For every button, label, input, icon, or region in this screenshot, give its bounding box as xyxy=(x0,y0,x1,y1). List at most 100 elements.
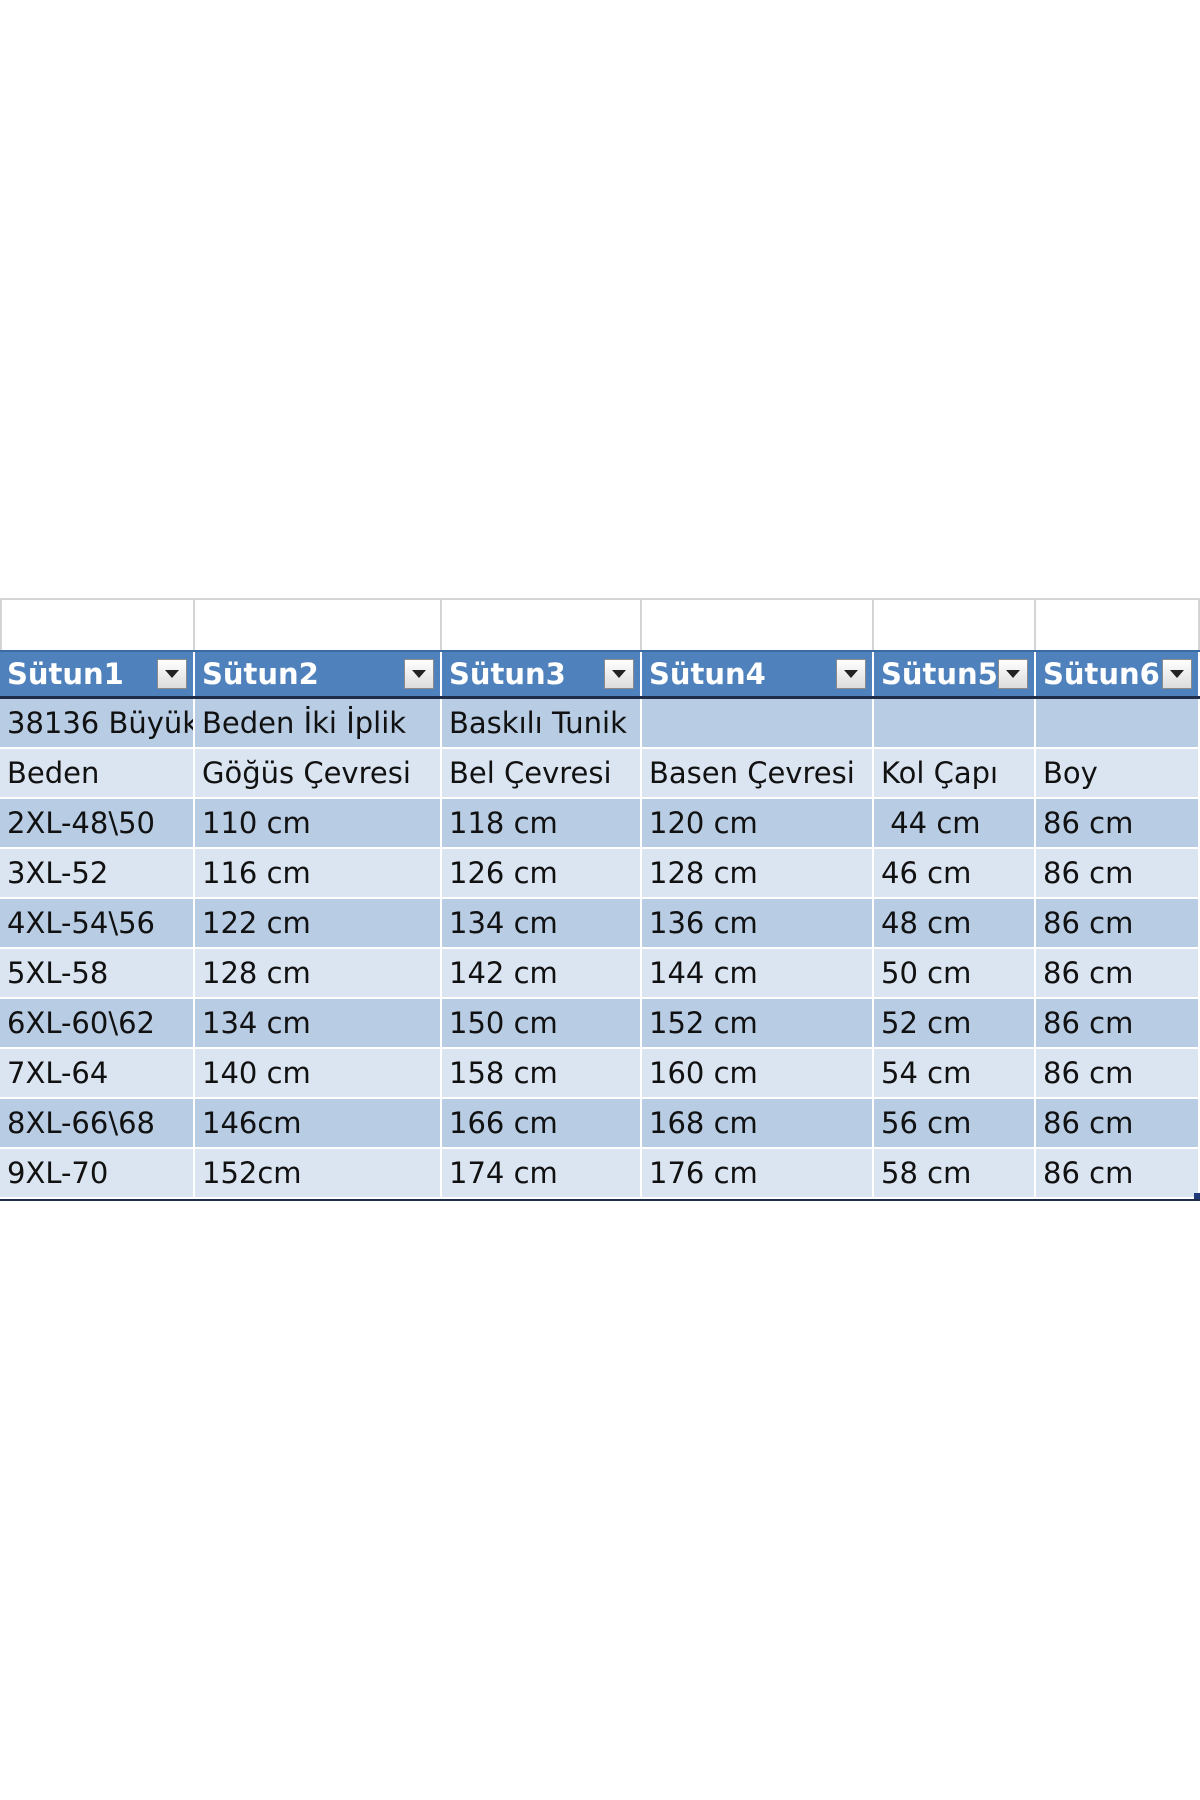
table-cell[interactable]: Göğüs Çevresi xyxy=(195,749,442,799)
table-cell[interactable]: 134 cm xyxy=(195,999,442,1049)
dropdown-arrow-icon xyxy=(412,670,426,678)
table-cell[interactable]: Baskılı Tunik xyxy=(442,699,642,749)
table-cell[interactable]: 9XL-70 xyxy=(0,1149,195,1199)
table-resize-handle[interactable] xyxy=(1194,1193,1200,1199)
table-cell[interactable]: 158 cm xyxy=(442,1049,642,1099)
table-cell[interactable]: 122 cm xyxy=(195,899,442,949)
spreadsheet-table: Sütun1 Sütun2 Sütun3 Sütun4 Sütun5 Sütun… xyxy=(0,598,1200,1201)
table-cell[interactable]: 54 cm xyxy=(874,1049,1036,1099)
table-row: Beden Göğüs Çevresi Bel Çevresi Basen Çe… xyxy=(0,749,1200,799)
table-row: 6XL-60\62 134 cm 150 cm 152 cm 52 cm 86 … xyxy=(0,999,1200,1049)
dropdown-arrow-icon xyxy=(1006,670,1020,678)
column-header-label: Sütun1 xyxy=(7,657,124,691)
table-cell[interactable]: 128 cm xyxy=(642,849,874,899)
table-cell[interactable]: 48 cm xyxy=(874,899,1036,949)
table-cell[interactable]: Bel Çevresi xyxy=(442,749,642,799)
table-cell[interactable]: 58 cm xyxy=(874,1149,1036,1199)
column-header[interactable]: Sütun5 xyxy=(874,652,1036,696)
table-cell[interactable]: 6XL-60\62 xyxy=(0,999,195,1049)
table-cell[interactable]: 86 cm xyxy=(1036,1099,1200,1149)
filter-dropdown-button[interactable] xyxy=(998,659,1028,689)
table-cell[interactable]: 86 cm xyxy=(1036,1149,1200,1199)
table-cell[interactable]: 144 cm xyxy=(642,949,874,999)
column-header[interactable]: Sütun2 xyxy=(195,652,442,696)
table-cell[interactable]: 86 cm xyxy=(1036,1049,1200,1099)
table-cell[interactable]: 56 cm xyxy=(874,1099,1036,1149)
table-cell[interactable]: 110 cm xyxy=(195,799,442,849)
empty-cell[interactable] xyxy=(195,598,442,650)
table-cell[interactable]: 166 cm xyxy=(442,1099,642,1149)
filter-dropdown-button[interactable] xyxy=(404,659,434,689)
table-cell[interactable]: Basen Çevresi xyxy=(642,749,874,799)
table-cell[interactable]: 5XL-58 xyxy=(0,949,195,999)
table-cell[interactable]: 7XL-64 xyxy=(0,1049,195,1099)
table-row: 3XL-52 116 cm 126 cm 128 cm 46 cm 86 cm xyxy=(0,849,1200,899)
filter-dropdown-button[interactable] xyxy=(836,659,866,689)
table-cell[interactable]: Kol Çapı xyxy=(874,749,1036,799)
table-cell[interactable]: 3XL-52 xyxy=(0,849,195,899)
table-cell[interactable]: 136 cm xyxy=(642,899,874,949)
table-cell[interactable]: 150 cm xyxy=(442,999,642,1049)
table-cell[interactable]: 86 cm xyxy=(1036,899,1200,949)
table-cell[interactable]: 168 cm xyxy=(642,1099,874,1149)
table-cell[interactable]: 86 cm xyxy=(1036,949,1200,999)
dropdown-arrow-icon xyxy=(612,670,626,678)
table-cell[interactable]: 142 cm xyxy=(442,949,642,999)
empty-cell[interactable] xyxy=(1036,598,1200,650)
table-cell[interactable]: Boy xyxy=(1036,749,1200,799)
table-cell[interactable]: 134 cm xyxy=(442,899,642,949)
table-cell[interactable]: 174 cm xyxy=(442,1149,642,1199)
empty-cell[interactable] xyxy=(874,598,1036,650)
table-cell[interactable]: 86 cm xyxy=(1036,849,1200,899)
column-header[interactable]: Sütun4 xyxy=(642,652,874,696)
table-cell[interactable]: 118 cm xyxy=(442,799,642,849)
table-cell[interactable]: 160 cm xyxy=(642,1049,874,1099)
dropdown-arrow-icon xyxy=(1170,670,1184,678)
table-cell[interactable]: 116 cm xyxy=(195,849,442,899)
table-cell[interactable]: Beden İki İplik xyxy=(195,699,442,749)
table-cell[interactable]: 176 cm xyxy=(642,1149,874,1199)
empty-cell[interactable] xyxy=(442,598,642,650)
column-header[interactable]: Sütun6 xyxy=(1036,652,1200,696)
column-header-label: Sütun2 xyxy=(202,657,319,691)
table-cell[interactable] xyxy=(642,699,874,749)
column-header-label: Sütun5 xyxy=(881,657,998,691)
empty-row xyxy=(0,598,1200,650)
dropdown-arrow-icon xyxy=(844,670,858,678)
table-cell[interactable]: 52 cm xyxy=(874,999,1036,1049)
table-cell[interactable]: 120 cm xyxy=(642,799,874,849)
table-cell[interactable] xyxy=(874,699,1036,749)
empty-cell[interactable] xyxy=(642,598,874,650)
column-header[interactable]: Sütun3 xyxy=(442,652,642,696)
table-cell[interactable]: 126 cm xyxy=(442,849,642,899)
empty-cell[interactable] xyxy=(0,598,195,650)
table-row: 5XL-58 128 cm 142 cm 144 cm 50 cm 86 cm xyxy=(0,949,1200,999)
table-cell[interactable]: 86 cm xyxy=(1036,799,1200,849)
table-cell[interactable]: 50 cm xyxy=(874,949,1036,999)
table-cell[interactable]: 146cm xyxy=(195,1099,442,1149)
filter-dropdown-button[interactable] xyxy=(1162,659,1192,689)
table-body: 38136 Büyük Beden İki İplik Baskılı Tuni… xyxy=(0,699,1200,1201)
table-cell[interactable]: 38136 Büyük xyxy=(0,699,195,749)
table-cell[interactable]: 86 cm xyxy=(1036,999,1200,1049)
filter-dropdown-button[interactable] xyxy=(157,659,187,689)
table-cell[interactable]: Beden xyxy=(0,749,195,799)
dropdown-arrow-icon xyxy=(165,670,179,678)
table-cell[interactable]: 152 cm xyxy=(642,999,874,1049)
column-header-label: Sütun3 xyxy=(449,657,566,691)
table-cell[interactable]: 140 cm xyxy=(195,1049,442,1099)
table-cell[interactable]: 44 cm xyxy=(874,799,1036,849)
table-cell[interactable]: 128 cm xyxy=(195,949,442,999)
table-row: 4XL-54\56 122 cm 134 cm 136 cm 48 cm 86 … xyxy=(0,899,1200,949)
table-cell[interactable]: 2XL-48\50 xyxy=(0,799,195,849)
table-cell[interactable]: 4XL-54\56 xyxy=(0,899,195,949)
table-row: 8XL-66\68 146cm 166 cm 168 cm 56 cm 86 c… xyxy=(0,1099,1200,1149)
table-row: 2XL-48\50 110 cm 118 cm 120 cm 44 cm 86 … xyxy=(0,799,1200,849)
filter-dropdown-button[interactable] xyxy=(604,659,634,689)
table-cell[interactable]: 152cm xyxy=(195,1149,442,1199)
table-cell[interactable]: 46 cm xyxy=(874,849,1036,899)
column-header-label: Sütun6 xyxy=(1043,657,1160,691)
column-header[interactable]: Sütun1 xyxy=(0,652,195,696)
table-cell[interactable]: 8XL-66\68 xyxy=(0,1099,195,1149)
table-cell[interactable] xyxy=(1036,699,1200,749)
